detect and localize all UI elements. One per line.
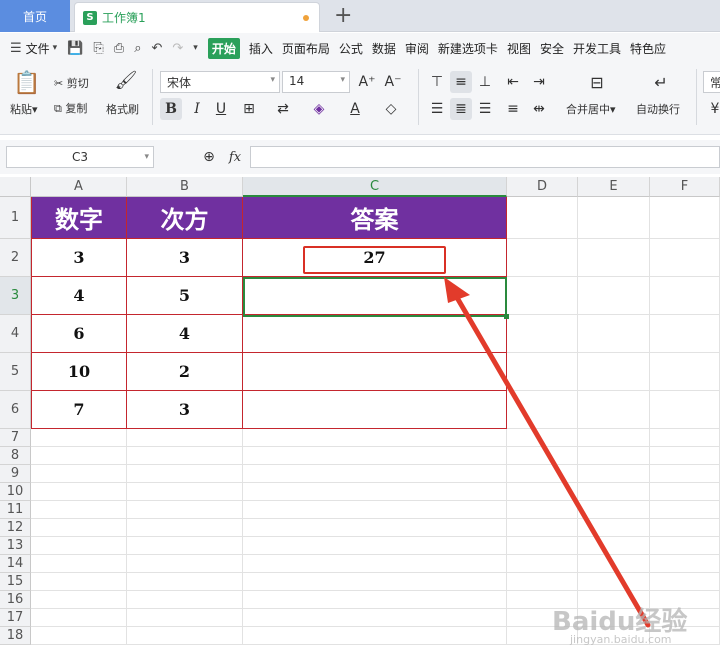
arrow-annotation xyxy=(444,277,651,628)
paste-button[interactable]: 粘贴▾ xyxy=(10,101,38,117)
paste-icon[interactable]: 📋 xyxy=(12,69,42,97)
watermark-url: jingyan.baidu.com xyxy=(570,633,672,646)
conditional-icon[interactable]: ⇄ xyxy=(272,98,294,120)
align-left-icon[interactable]: ☰ xyxy=(426,98,448,120)
fill-color-icon[interactable]: ◈ xyxy=(308,98,330,120)
zoom-search-icon[interactable]: ⊕ xyxy=(198,146,220,168)
chevron-down-icon: ▾ xyxy=(144,152,149,162)
menu-insert[interactable]: 插入 xyxy=(249,40,273,57)
spreadsheet-grid: ABCDEF 1 2 3 4 5 6 7 8 9 10 11 12 13 14 15 16 17 18 数字 次方答… xyxy=(0,177,720,667)
eraser-icon[interactable]: ◇ xyxy=(380,98,402,120)
wrap-text-button[interactable]: 自动换行 xyxy=(636,101,680,117)
redo-icon[interactable]: ↷ xyxy=(172,41,183,56)
name-box[interactable]: C3 ▾ xyxy=(6,146,154,168)
align-right-icon[interactable]: ☰ xyxy=(474,98,496,120)
print-icon[interactable]: ⎙ xyxy=(114,41,124,56)
quick-access-dropdown-icon[interactable]: ▾ xyxy=(193,43,198,53)
align-bottom-icon[interactable]: ⊥ xyxy=(474,71,496,93)
menu-start[interactable]: 开始 xyxy=(207,37,240,59)
tab-home[interactable]: 首页 xyxy=(0,0,70,32)
menu-review[interactable]: 审阅 xyxy=(405,40,429,57)
indent-increase-icon[interactable]: ⇥ xyxy=(528,71,550,93)
format-painter-button[interactable]: 格式刷 xyxy=(106,101,139,117)
spreadsheet-icon: S xyxy=(83,10,97,25)
increase-font-icon[interactable]: A⁺ xyxy=(356,71,378,93)
align-middle-icon[interactable]: ≡ xyxy=(450,71,472,93)
menu-developer[interactable]: 开发工具 xyxy=(573,40,621,57)
tab-workbook-label: 工作簿1 xyxy=(102,11,146,25)
new-tab-button[interactable]: + xyxy=(334,3,352,29)
save-icon[interactable]: 💾 xyxy=(67,41,83,56)
menu-file[interactable]: 文件 xyxy=(26,40,50,57)
align-center-icon[interactable]: ≣ xyxy=(450,98,472,120)
cut-button[interactable]: ✂ 剪切 xyxy=(54,75,89,91)
merge-center-label: 合并居中 xyxy=(566,103,610,116)
justify-icon[interactable]: ≡ xyxy=(502,98,524,120)
menu-formulas[interactable]: 公式 xyxy=(339,40,363,57)
paste-label: 粘贴 xyxy=(10,103,32,116)
menu-bar: ☰ 文件 ▾ 💾 ⎘ ⎙ ⌕ ↶ ↷ ▾ 开始 插入 页面布局 公式 数据 审阅 新建选项卡… xyxy=(0,33,720,63)
name-box-value: C3 xyxy=(71,150,88,164)
menu-features[interactable]: 特色应 xyxy=(630,40,666,57)
menu-new-tab[interactable]: 新建选项卡 xyxy=(438,40,498,57)
number-format-value: 常 xyxy=(710,76,720,90)
formula-input[interactable] xyxy=(250,146,720,168)
chevron-down-icon[interactable]: ▾ xyxy=(53,43,58,53)
menu-security[interactable]: 安全 xyxy=(540,40,564,57)
cut-label: 剪切 xyxy=(66,77,89,90)
divider xyxy=(418,69,419,125)
formula-bar: C3 ▾ ⊕ fx xyxy=(0,140,720,174)
decrease-font-icon[interactable]: A⁻ xyxy=(382,71,404,93)
chevron-down-icon: ▾ xyxy=(340,75,345,85)
arrow-line xyxy=(449,286,651,628)
number-format-select[interactable]: 常 xyxy=(703,71,720,93)
bold-button[interactable]: B xyxy=(160,98,182,120)
distributed-icon[interactable]: ⇹ xyxy=(528,98,550,120)
font-color-icon[interactable]: A xyxy=(344,98,366,120)
fx-icon[interactable]: fx xyxy=(224,146,246,168)
menu-data[interactable]: 数据 xyxy=(372,40,396,57)
arrow-head xyxy=(444,277,470,303)
merge-center-icon[interactable]: ⊟ xyxy=(584,71,610,93)
tab-bar: 首页 S 工作簿1 + xyxy=(0,0,720,32)
align-top-icon[interactable]: ⊤ xyxy=(426,71,448,93)
currency-icon[interactable]: ¥ xyxy=(704,98,720,120)
wrap-text-icon[interactable]: ↵ xyxy=(648,71,674,93)
ribbon: 📋 粘贴▾ ✂ 剪切 ⧉ 复制 🖌 格式刷 宋体 ▾ 14 ▾ A⁺ A⁻ B I … xyxy=(0,63,720,135)
indent-decrease-icon[interactable]: ⇤ xyxy=(502,71,524,93)
tab-workbook[interactable]: S 工作簿1 xyxy=(74,2,320,32)
merge-center-button[interactable]: 合并居中▾ xyxy=(566,101,616,117)
menu-page-layout[interactable]: 页面布局 xyxy=(282,40,330,57)
hamburger-icon[interactable]: ☰ xyxy=(10,41,22,56)
font-name-select[interactable]: 宋体 ▾ xyxy=(160,71,280,93)
font-size-select[interactable]: 14 ▾ xyxy=(282,71,350,93)
chevron-down-icon: ▾ xyxy=(270,75,275,85)
format-painter-icon[interactable]: 🖌 xyxy=(115,69,138,91)
export-icon[interactable]: ⎘ xyxy=(93,41,103,56)
underline-button[interactable]: U xyxy=(210,98,232,120)
undo-icon[interactable]: ↶ xyxy=(151,41,162,56)
copy-button[interactable]: ⧉ 复制 xyxy=(54,100,87,116)
font-size-value: 14 xyxy=(289,74,305,88)
border-icon[interactable]: ⊞ xyxy=(238,98,260,120)
menu-items: 开始 插入 页面布局 公式 数据 审阅 新建选项卡 视图 安全 开发工具 特色应 xyxy=(207,37,675,59)
divider xyxy=(696,69,697,125)
font-name-value: 宋体 xyxy=(167,76,192,90)
divider xyxy=(152,69,153,125)
tab-home-label: 首页 xyxy=(22,9,47,24)
italic-button[interactable]: I xyxy=(186,98,208,120)
menu-view[interactable]: 视图 xyxy=(507,40,531,57)
unsaved-dot-icon xyxy=(303,15,309,21)
print-preview-icon[interactable]: ⌕ xyxy=(134,41,141,56)
copy-label: 复制 xyxy=(65,102,88,115)
